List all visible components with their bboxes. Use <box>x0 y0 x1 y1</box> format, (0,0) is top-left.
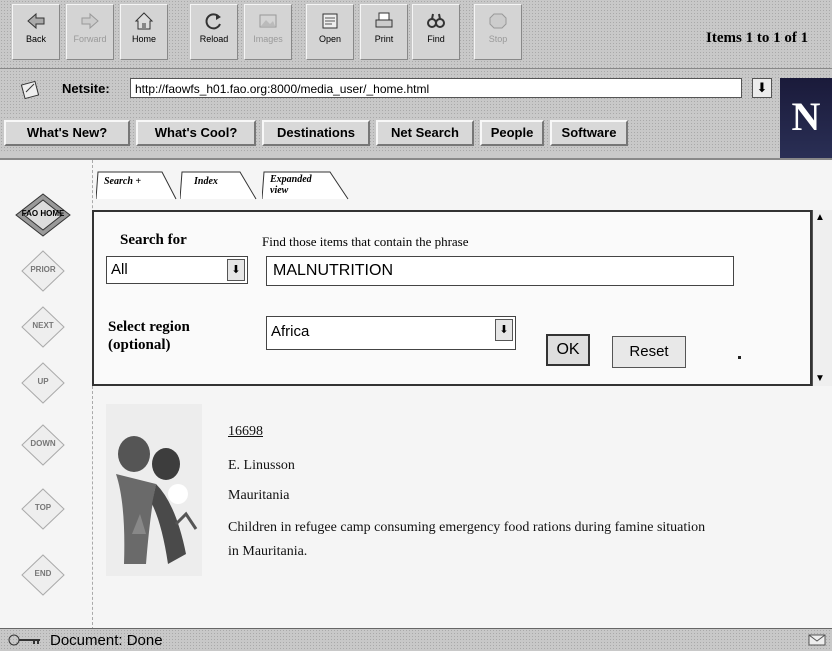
tab-expanded-view[interactable]: Expanded view <box>262 170 352 200</box>
images-button[interactable]: Images <box>244 4 292 60</box>
side-navigation: FAO HOME PRIOR NEXT UP DOWN TOP END <box>0 160 93 630</box>
status-text: Document: Done <box>50 632 163 649</box>
down-button[interactable]: DOWN <box>14 422 72 468</box>
home-button[interactable]: Home <box>120 4 168 60</box>
location-label: Netsite: <box>62 81 110 96</box>
find-icon <box>427 13 445 28</box>
stop-icon <box>489 13 507 29</box>
images-icon <box>259 14 277 28</box>
netscape-logo[interactable]: N <box>780 78 832 158</box>
destinations-button[interactable]: Destinations <box>262 120 370 146</box>
result-caption-line2: in Mauritania. <box>228 544 308 559</box>
back-icon <box>27 12 45 30</box>
forward-icon <box>81 12 99 30</box>
scope-select[interactable]: All ⬇ <box>106 256 248 284</box>
end-button[interactable]: END <box>14 552 72 598</box>
tab-search[interactable]: Search + <box>96 170 177 200</box>
fao-home-button[interactable]: FAO HOME <box>14 192 72 238</box>
view-tabs: Search + Index Expanded view <box>96 170 832 200</box>
scroll-down-icon[interactable]: ▼ <box>815 373 825 384</box>
whats-cool-button[interactable]: What's Cool? <box>136 120 256 146</box>
scroll-up-icon[interactable]: ▲ <box>815 212 825 223</box>
result-id-link[interactable]: 16698 <box>228 424 263 440</box>
result-caption-line1: Children in refugee camp consuming emerg… <box>228 520 706 535</box>
next-button[interactable]: NEXT <box>14 304 72 350</box>
location-bar: Netsite: http://faowfs_h01.fao.org:8000/… <box>0 70 832 114</box>
whats-new-button[interactable]: What's New? <box>4 120 130 146</box>
reload-icon <box>205 13 221 30</box>
back-button[interactable]: Back <box>12 4 60 60</box>
region-label: Select region (optional) <box>108 319 190 353</box>
open-button[interactable]: Open <box>306 4 354 60</box>
ok-button[interactable]: OK <box>546 334 590 366</box>
mail-icon[interactable] <box>808 633 826 647</box>
find-button[interactable]: Find <box>412 4 460 60</box>
software-button[interactable]: Software <box>550 120 628 146</box>
print-icon <box>375 12 393 28</box>
region-select[interactable]: Africa ⬇ <box>266 316 516 350</box>
phrase-label: Find those items that contain the phrase <box>262 234 469 249</box>
stop-button[interactable]: Stop <box>474 4 522 60</box>
dot-marker <box>738 356 741 359</box>
top-button[interactable]: TOP <box>14 486 72 532</box>
reset-button[interactable]: Reset <box>612 336 686 368</box>
prior-button[interactable]: PRIOR <box>14 248 72 294</box>
arrow-down-icon[interactable]: ⬇ <box>227 259 245 281</box>
tab-index[interactable]: Index <box>180 170 260 200</box>
url-dropdown-button[interactable]: ⬇ <box>752 78 772 98</box>
result-photographer: E. Linusson <box>228 458 295 473</box>
phrase-input[interactable]: MALNUTRITION <box>266 256 734 286</box>
print-button[interactable]: Print <box>360 4 408 60</box>
arrow-down-icon: ⬇ <box>756 80 768 95</box>
net-search-button[interactable]: Net Search <box>376 120 474 146</box>
directory-buttons-bar: What's New? What's Cool? Destinations Ne… <box>0 116 780 152</box>
people-button[interactable]: People <box>480 120 544 146</box>
home-icon <box>134 12 154 30</box>
up-button[interactable]: UP <box>14 360 72 406</box>
status-bar: Document: Done <box>0 628 832 651</box>
open-icon <box>322 13 338 29</box>
url-input[interactable]: http://faowfs_h01.fao.org:8000/media_use… <box>130 78 742 98</box>
reload-button[interactable]: Reload <box>190 4 238 60</box>
result-photo[interactable] <box>106 404 202 576</box>
arrow-down-icon[interactable]: ⬇ <box>495 319 513 341</box>
search-for-label: Search for <box>120 232 187 248</box>
result-country: Mauritania <box>228 488 290 503</box>
search-panel-scrollbar[interactable]: ▲ ▼ <box>812 210 832 386</box>
bookmark-icon[interactable] <box>20 78 42 100</box>
security-key-icon <box>8 634 40 646</box>
forward-button[interactable]: Forward <box>66 4 114 60</box>
items-count: Items 1 to 1 of 1 <box>706 30 809 46</box>
